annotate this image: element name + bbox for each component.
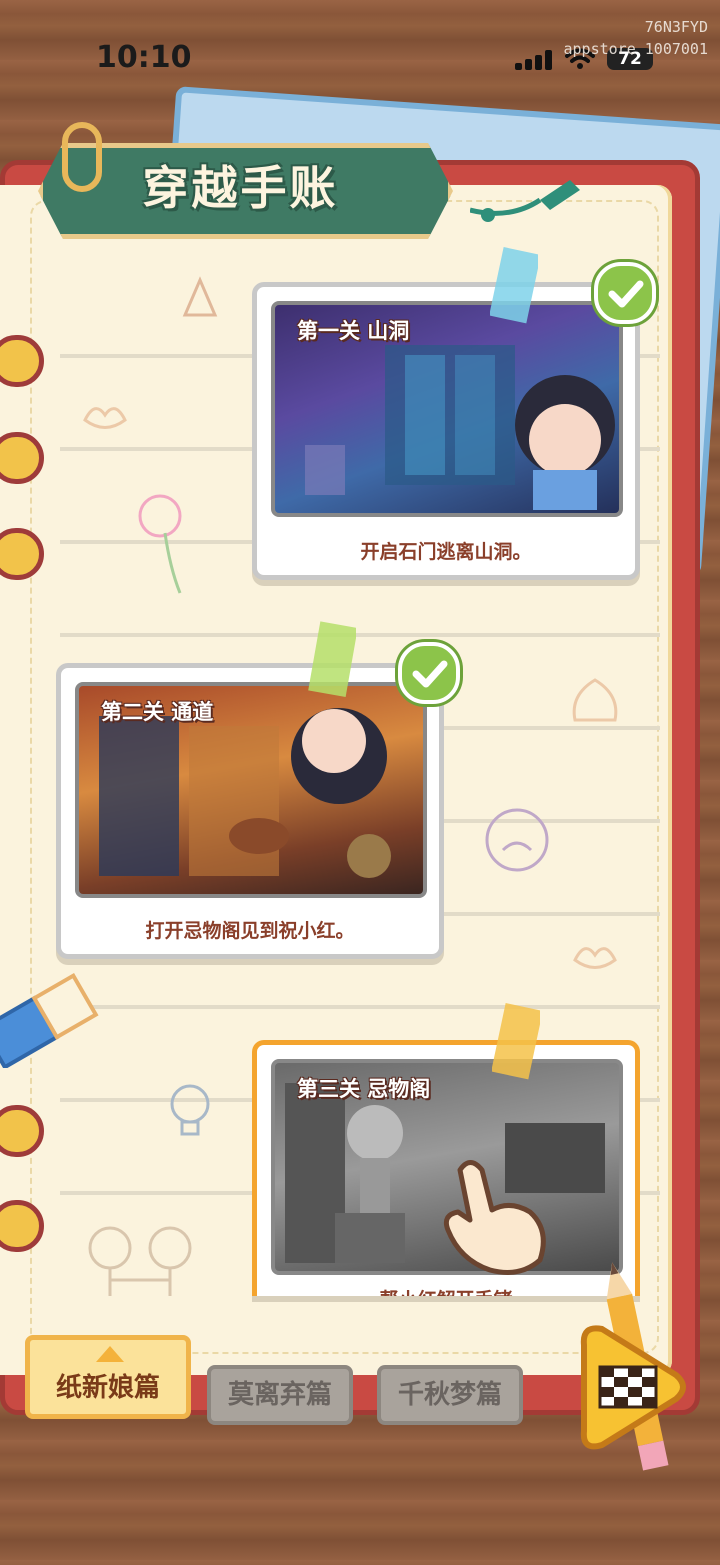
level-card-2[interactable]: 第二关 通道 打开忌物阁见到祝小红。 [56, 663, 444, 959]
eraser-icon [0, 972, 99, 1068]
tab-label: 纸新娘篇 [55, 1373, 160, 1403]
tassel-icon [470, 180, 580, 222]
checkered-flag-icon [598, 1365, 658, 1409]
tab-qianqiu-meng[interactable]: 千秋梦篇 [377, 1365, 523, 1425]
tutorial-hand-pointer-icon [443, 1160, 546, 1275]
doodle-flower-icon [138, 494, 182, 594]
level-3-label: 第三关 忌物阁 [297, 1077, 431, 1101]
watermark-line-1: 76N3FYD [644, 18, 708, 36]
completed-check-icon [594, 262, 656, 324]
start-level-button[interactable] [572, 1315, 692, 1465]
doodle-crying-face-icon [485, 808, 549, 872]
tape-blue [490, 247, 538, 324]
tab-label: 千秋梦篇 [397, 1380, 502, 1410]
signal-icon [515, 50, 553, 70]
status-time: 10:10 [96, 40, 192, 75]
chapter-tabs: 纸新娘篇 莫离弃篇 千秋梦篇 [25, 1335, 565, 1425]
level-1-caption: 开启石门逃离山洞。 [360, 541, 532, 563]
doodle-bird-icon [83, 407, 127, 429]
completed-check-icon [398, 642, 460, 704]
tape-orange [492, 1003, 540, 1080]
doodle-children-icon [88, 1226, 192, 1296]
level-1-scene-image: 第一关 山洞 [271, 301, 623, 517]
level-2-caption: 打开忌物阁见到祝小红。 [145, 920, 355, 942]
doodle-triangle-icon [182, 276, 218, 317]
tab-label: 莫离弃篇 [227, 1380, 332, 1410]
level-3-caption: 帮小红解开手铐 [257, 1285, 635, 1296]
level-card-1[interactable]: 第一关 山洞 开启石门逃离山洞。 [252, 282, 640, 580]
doodle-lightbulb-icon [170, 1084, 210, 1136]
tab-moli-qi[interactable]: 莫离弃篇 [207, 1365, 353, 1425]
doodle-heart-icon [573, 947, 617, 969]
level-2-scene-image: 第二关 通道 [75, 682, 427, 898]
tape-green [308, 621, 356, 697]
page-title: 穿越手账 [142, 161, 339, 215]
status-bar: 10:10 72 76N3FYD appstore 1007001 [0, 0, 720, 100]
level-1-label: 第一关 山洞 [297, 319, 410, 343]
doodle-bell-icon [572, 678, 618, 722]
level-2-label: 第二关 通道 [101, 700, 214, 724]
watermark: 76N3FYD appstore 1007001 [564, 16, 709, 60]
watermark-line-2: appstore 1007001 [563, 40, 709, 58]
tab-paper-bride[interactable]: 纸新娘篇 [25, 1335, 191, 1419]
tab-active-arrow-icon [96, 1346, 124, 1362]
